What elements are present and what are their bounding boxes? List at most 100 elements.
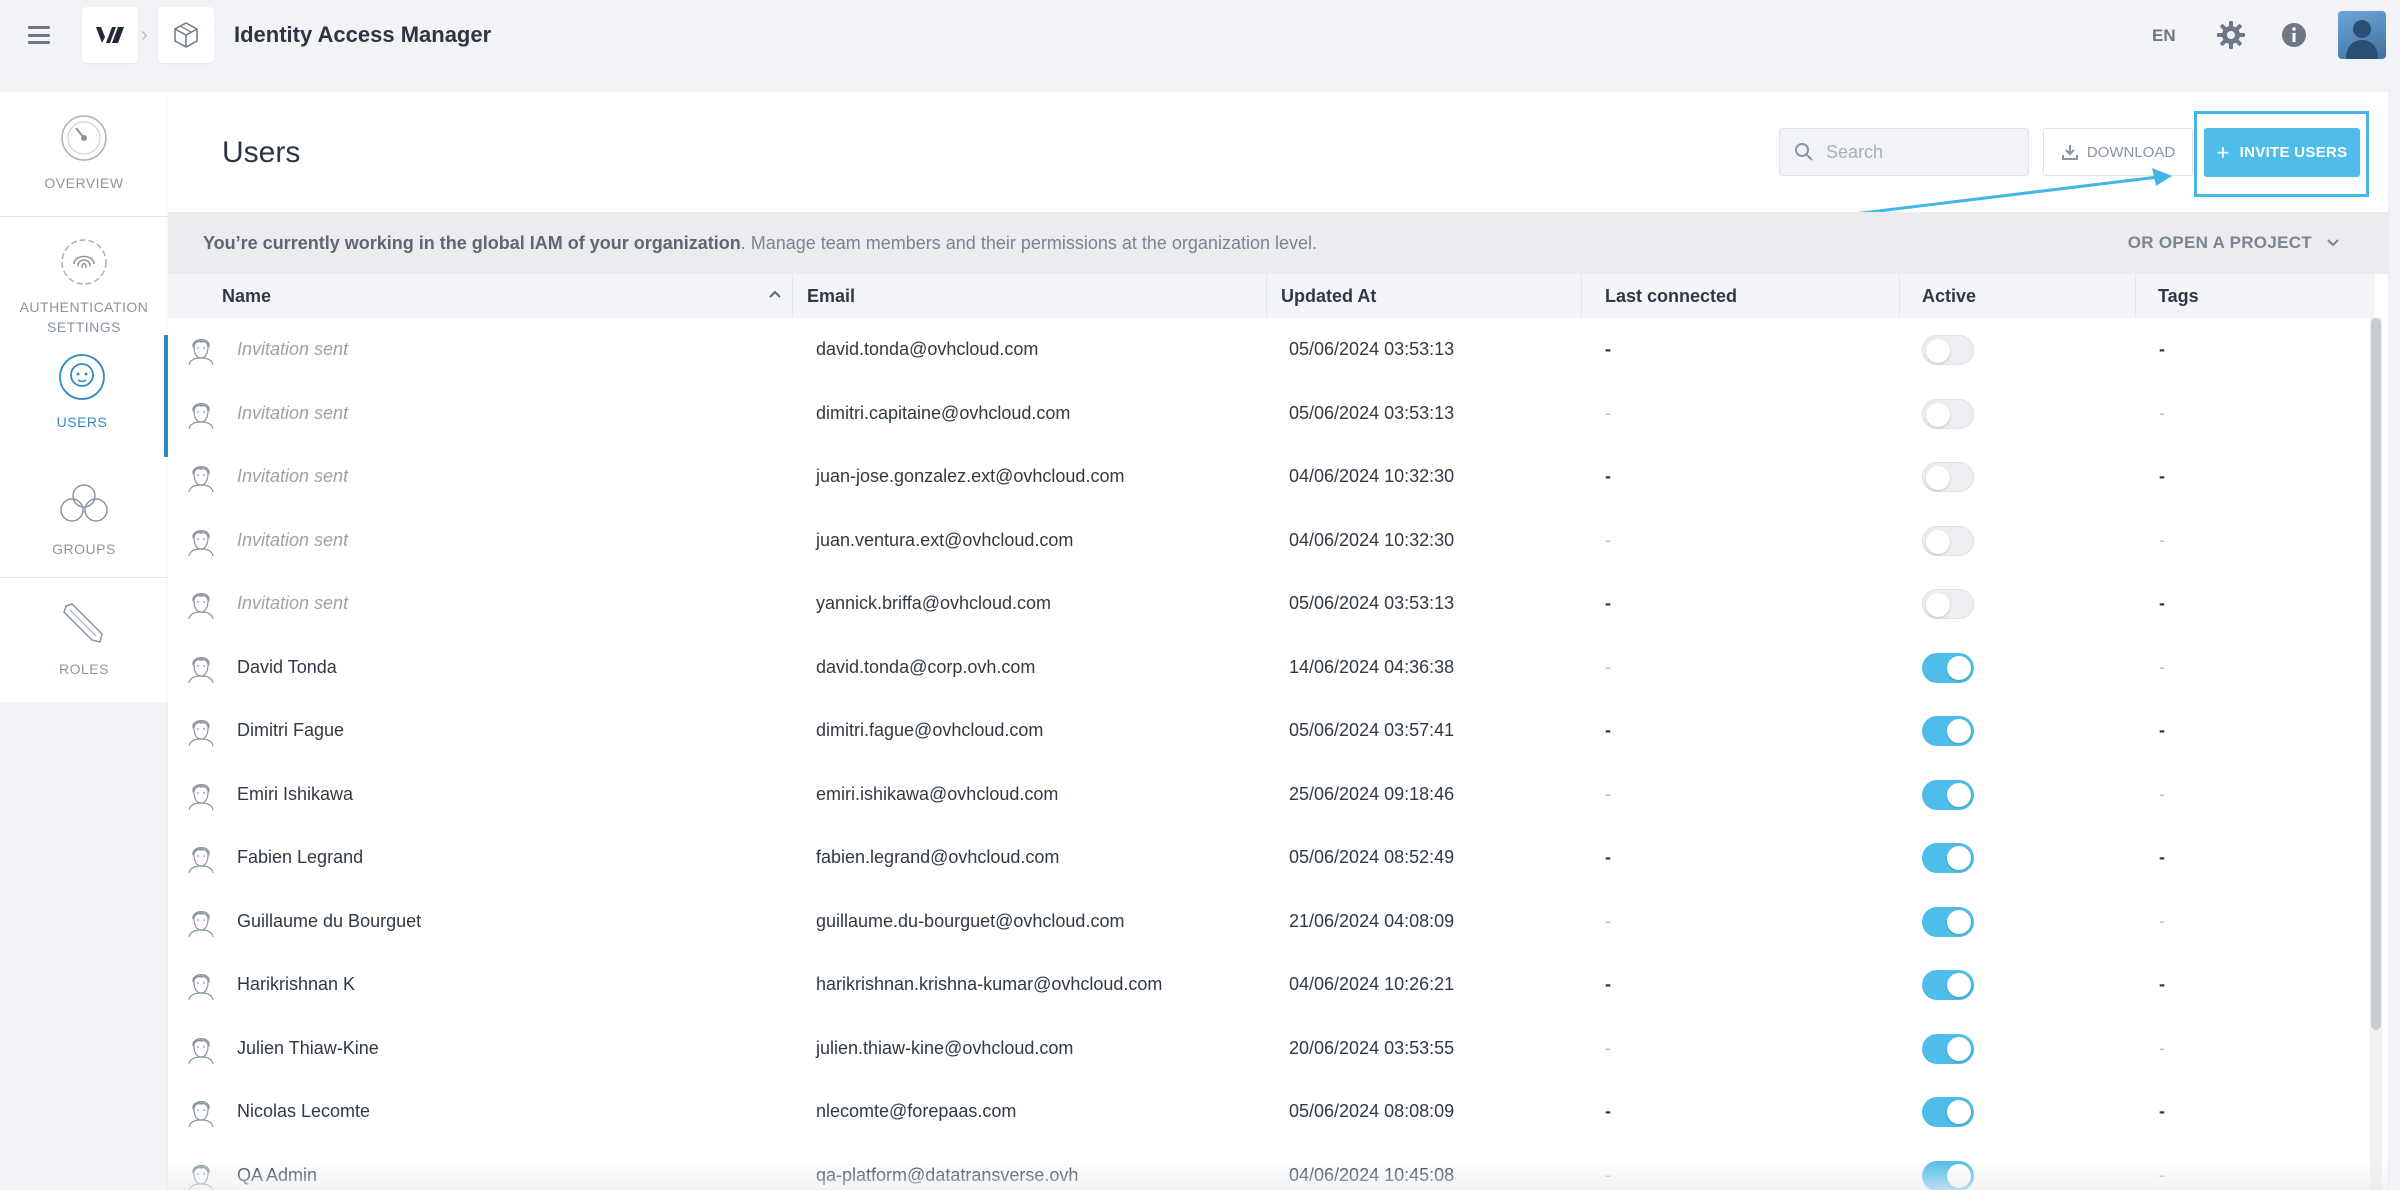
sidebar-item-users[interactable]: USERS bbox=[0, 335, 168, 457]
user-avatar-icon bbox=[188, 339, 214, 366]
app-title: Identity Access Manager bbox=[234, 22, 492, 47]
table-header: Name Email Updated At Last connected Act… bbox=[168, 274, 2375, 318]
user-avatar-icon bbox=[188, 783, 214, 810]
active-toggle[interactable] bbox=[1922, 970, 1974, 1000]
search-input[interactable] bbox=[1826, 141, 2016, 163]
toggle-knob bbox=[1947, 973, 1971, 997]
gear-icon[interactable] bbox=[2216, 20, 2246, 50]
language-selector[interactable]: EN bbox=[2152, 26, 2176, 46]
table-row[interactable]: Harikrishnan K harikrishnan.krishna-kumar… bbox=[168, 953, 2375, 1017]
pencil-icon bbox=[63, 603, 103, 643]
tags: - bbox=[2159, 466, 2165, 486]
fingerprint-gear-icon bbox=[61, 239, 107, 285]
active-toggle[interactable] bbox=[1922, 1160, 1974, 1190]
active-toggle[interactable] bbox=[1922, 525, 1974, 556]
active-toggle[interactable] bbox=[1922, 906, 1974, 937]
user-email: david.tonda@ovhcloud.com bbox=[816, 339, 1039, 359]
user-avatar-icon bbox=[188, 593, 214, 620]
sidebar-item-overview[interactable]: OVERVIEW bbox=[0, 110, 168, 216]
tags: - bbox=[2159, 847, 2165, 867]
tags: - bbox=[2159, 1101, 2165, 1121]
sidebar-item-authentication-settings[interactable]: AUTHENTICATION SETTINGS bbox=[0, 234, 168, 335]
tags: - bbox=[2159, 910, 2165, 931]
gauge-icon bbox=[61, 115, 107, 161]
active-toggle[interactable] bbox=[1922, 1033, 1974, 1064]
group-faces-icon bbox=[60, 484, 108, 522]
user-name: Julien Thiaw-Kine bbox=[237, 1037, 379, 1058]
table-row[interactable]: QA Admin qa-platform@datatransverse.ovh 04… bbox=[168, 1144, 2375, 1190]
user-email: dimitri.fague@ovhcloud.com bbox=[816, 720, 1044, 740]
toggle-knob bbox=[1947, 719, 1971, 743]
open-project-dropdown[interactable]: OR OPEN A PROJECT bbox=[2128, 233, 2340, 253]
updated-at: 04/06/2024 10:45:08 bbox=[1289, 1164, 1455, 1185]
column-header-active[interactable]: Active bbox=[1900, 274, 2136, 318]
last-connected: - bbox=[1605, 1164, 1611, 1185]
updated-at: 05/06/2024 08:52:49 bbox=[1289, 847, 1455, 867]
user-avatar-icon bbox=[188, 656, 214, 683]
column-header-tags[interactable]: Tags bbox=[2136, 274, 2375, 318]
invite-users-button[interactable]: + INVITE USERS bbox=[2204, 128, 2360, 177]
table-row[interactable]: Invitation sent david.tonda@ovhcloud.com 0… bbox=[168, 318, 2375, 382]
last-connected: - bbox=[1605, 529, 1611, 550]
search-icon bbox=[1795, 143, 1813, 161]
banner-text: You’re currently working in the global I… bbox=[203, 233, 1317, 254]
table-row[interactable]: Invitation sent dimitri.capitaine@ovhclou… bbox=[168, 382, 2375, 446]
search-box[interactable] bbox=[1779, 128, 2029, 176]
table-row[interactable]: Guillaume du Bourguet guillaume.du-bourgu… bbox=[168, 890, 2375, 954]
user-email: harikrishnan.krishna-kumar@ovhcloud.com bbox=[816, 974, 1163, 994]
table-row[interactable]: Dimitri Fague dimitri.fague@ovhcloud.com 0… bbox=[168, 699, 2375, 763]
sidebar-item-label-line2: SETTINGS bbox=[46, 319, 121, 335]
table-row[interactable]: Invitation sent juan.ventura.ext@ovhcloud… bbox=[168, 509, 2375, 573]
sidebar-item-groups[interactable]: GROUPS bbox=[0, 476, 168, 582]
download-button[interactable]: DOWNLOAD bbox=[2043, 128, 2193, 176]
last-connected: - bbox=[1605, 656, 1611, 677]
scrollbar-thumb[interactable] bbox=[2371, 318, 2381, 1030]
user-email: nlecomte@forepaas.com bbox=[816, 1101, 1017, 1121]
iam-app-icon[interactable] bbox=[158, 7, 214, 63]
table-row[interactable]: Emiri Ishikawa emiri.ishikawa@ovhcloud.co… bbox=[168, 763, 2375, 827]
active-toggle[interactable] bbox=[1922, 716, 1974, 746]
table-row[interactable]: Nicolas Lecomte nlecomte@forepaas.com 05/0… bbox=[168, 1080, 2375, 1144]
active-toggle[interactable] bbox=[1922, 843, 1974, 873]
info-icon[interactable] bbox=[2280, 21, 2308, 49]
menu-icon[interactable] bbox=[24, 22, 54, 48]
active-toggle[interactable] bbox=[1922, 589, 1974, 619]
column-header-updated-at[interactable]: Updated At bbox=[1267, 274, 1582, 318]
active-toggle[interactable] bbox=[1922, 335, 1974, 365]
avatar-person-icon bbox=[2346, 20, 2378, 59]
table-row[interactable]: Invitation sent yannick.briffa@ovhcloud.c… bbox=[168, 572, 2375, 636]
user-avatar[interactable] bbox=[2338, 11, 2386, 59]
column-header-name[interactable]: Name bbox=[168, 274, 793, 318]
active-toggle[interactable] bbox=[1922, 398, 1974, 429]
updated-at: 05/06/2024 03:53:13 bbox=[1289, 402, 1455, 423]
sidebar-item-label: GROUPS bbox=[52, 541, 116, 557]
active-toggle[interactable] bbox=[1922, 779, 1974, 810]
toggle-knob bbox=[1947, 1163, 1971, 1188]
active-toggle[interactable] bbox=[1922, 652, 1974, 683]
user-avatar-icon bbox=[188, 1101, 214, 1128]
breadcrumb-chevron-icon: › bbox=[141, 24, 148, 46]
plus-icon: + bbox=[2216, 139, 2230, 165]
table-row[interactable]: Fabien Legrand fabien.legrand@ovhcloud.co… bbox=[168, 826, 2375, 890]
divider bbox=[0, 216, 168, 217]
table-row[interactable]: Invitation sent juan-jose.gonzalez.ext@ov… bbox=[168, 445, 2375, 509]
ovhcloud-logo[interactable] bbox=[82, 7, 138, 63]
sidebar-item-label: ROLES bbox=[59, 661, 109, 677]
sidebar-item-roles[interactable]: ROLES bbox=[0, 596, 168, 702]
toggle-knob bbox=[1926, 466, 1950, 490]
column-header-email[interactable]: Email bbox=[793, 274, 1267, 318]
table-row[interactable]: David Tonda david.tonda@corp.ovh.com 14/06… bbox=[168, 636, 2375, 700]
active-toggle[interactable] bbox=[1922, 462, 1974, 492]
user-avatar-icon bbox=[188, 974, 214, 1001]
toggle-knob bbox=[1947, 655, 1971, 680]
active-toggle[interactable] bbox=[1922, 1097, 1974, 1127]
tags: - bbox=[2159, 1037, 2165, 1058]
user-face-icon bbox=[59, 354, 105, 400]
tags: - bbox=[2159, 974, 2165, 994]
updated-at: 04/06/2024 10:32:30 bbox=[1289, 466, 1455, 486]
banner-text-bold: You’re currently working in the global I… bbox=[203, 232, 741, 253]
table-row[interactable]: Julien Thiaw-Kine julien.thiaw-kine@ovhcl… bbox=[168, 1017, 2375, 1081]
sort-ascending-icon[interactable] bbox=[768, 289, 782, 299]
tags: - bbox=[2159, 1164, 2165, 1185]
column-header-last-connected[interactable]: Last connected bbox=[1582, 274, 1900, 318]
